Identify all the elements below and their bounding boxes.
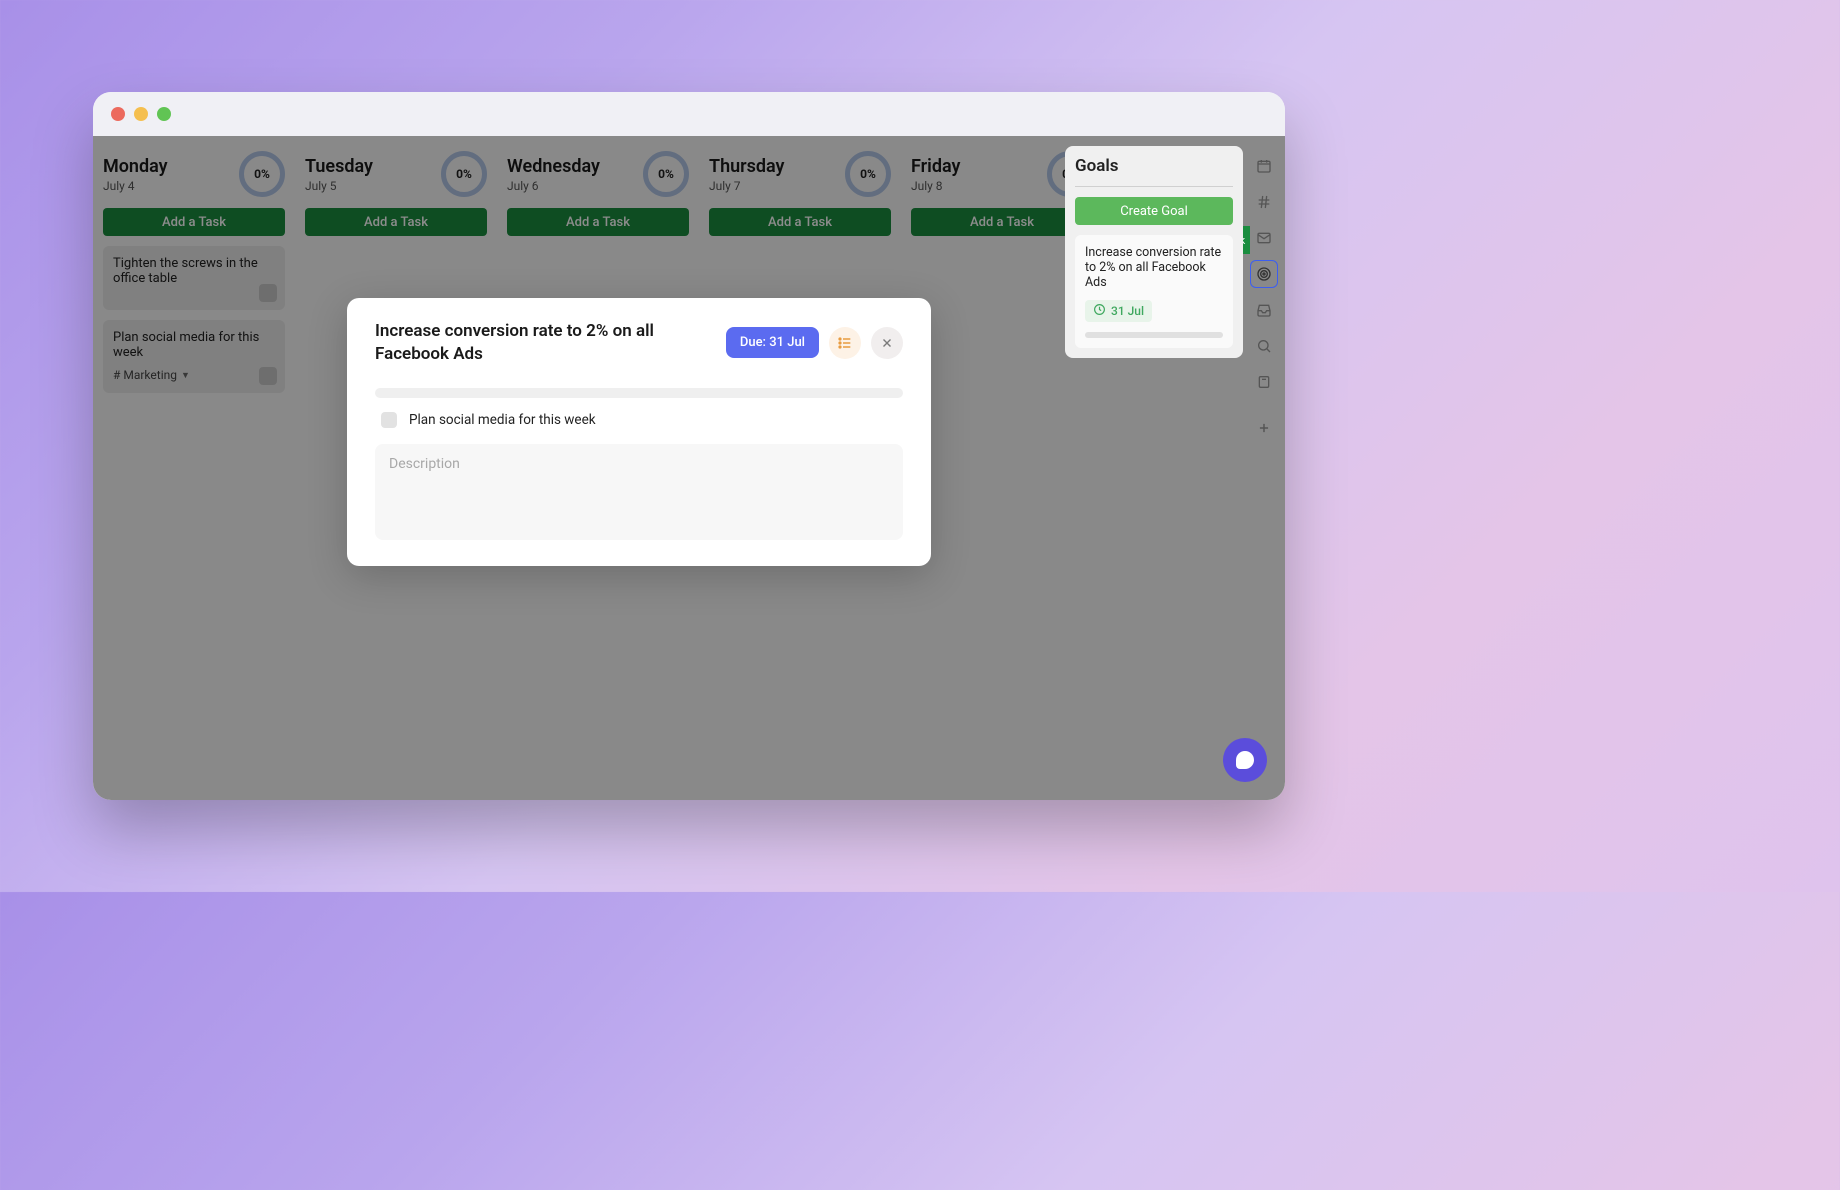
due-date-pill[interactable]: Due: 31 Jul <box>726 327 819 358</box>
side-rail <box>1243 144 1285 442</box>
calendar-icon[interactable] <box>1250 152 1278 180</box>
clock-icon <box>1093 303 1106 319</box>
goal-card[interactable]: Increase conversion rate to 2% on all Fa… <box>1075 235 1233 348</box>
plus-icon[interactable] <box>1250 414 1278 442</box>
goals-panel: Goals Create Goal Increase conversion ra… <box>1065 146 1243 358</box>
goals-title: Goals <box>1075 156 1233 176</box>
goal-modal: Increase conversion rate to 2% on all Fa… <box>347 298 931 566</box>
inbox-icon[interactable] <box>1250 296 1278 324</box>
subtask-checkbox[interactable] <box>381 412 397 428</box>
target-icon[interactable] <box>1250 260 1278 288</box>
modal-progress-bar <box>375 388 903 398</box>
goal-due-date: 31 Jul <box>1111 304 1144 318</box>
bookmark-icon[interactable] <box>1250 368 1278 396</box>
chat-bubble-button[interactable] <box>1223 738 1267 782</box>
goal-title: Increase conversion rate to 2% on all Fa… <box>1085 245 1223 290</box>
chat-icon <box>1236 751 1254 769</box>
modal-actions: Due: 31 Jul <box>726 327 903 359</box>
divider <box>1075 186 1233 187</box>
create-goal-button[interactable]: Create Goal <box>1075 197 1233 225</box>
hash-icon[interactable] <box>1250 188 1278 216</box>
subtask-label: Plan social media for this week <box>409 412 596 428</box>
app-window: Monday July 4 0% Add a Task Tighten the … <box>93 92 1285 800</box>
close-icon[interactable] <box>871 327 903 359</box>
goal-due-badge: 31 Jul <box>1085 300 1152 322</box>
modal-header: Increase conversion rate to 2% on all Fa… <box>375 320 903 366</box>
search-icon[interactable] <box>1250 332 1278 360</box>
window-maximize-dot[interactable] <box>157 107 171 121</box>
list-icon[interactable] <box>829 327 861 359</box>
modal-subtask-row[interactable]: Plan social media for this week <box>375 412 903 428</box>
window-minimize-dot[interactable] <box>134 107 148 121</box>
window-close-dot[interactable] <box>111 107 125 121</box>
modal-title: Increase conversion rate to 2% on all Fa… <box>375 320 655 366</box>
titlebar <box>93 92 1285 136</box>
goal-progress-bar <box>1085 332 1223 338</box>
content-area: Monday July 4 0% Add a Task Tighten the … <box>93 136 1285 800</box>
description-input[interactable]: Description <box>375 444 903 540</box>
mail-icon[interactable] <box>1250 224 1278 252</box>
